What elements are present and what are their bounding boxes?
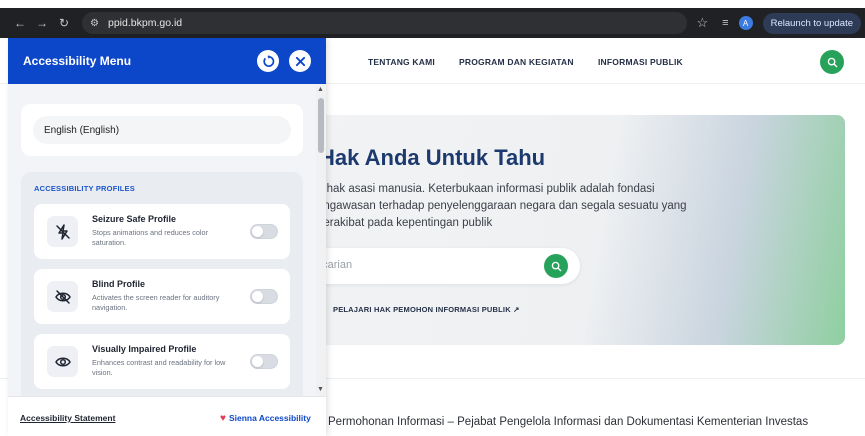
nav-item-tentang-kami[interactable]: TENTANG KAMI: [368, 57, 435, 67]
relaunch-button[interactable]: Relaunch to update: [762, 12, 861, 34]
toggle-knob: [252, 226, 263, 237]
profile-description: Activates the screen reader for auditory…: [92, 293, 220, 312]
profile-title: Visually Impaired Profile: [92, 344, 197, 354]
url-text: ppid.bkpm.go.id: [108, 17, 183, 29]
scroll-thumb[interactable]: [318, 98, 324, 153]
profiles-heading: ACCESSIBILITY PROFILES: [34, 184, 135, 193]
accessibility-statement-link[interactable]: Accessibility Statement: [20, 413, 115, 423]
address-bar[interactable]: ⚙ ppid.bkpm.go.id: [82, 12, 687, 34]
language-value: English (English): [44, 125, 120, 136]
forward-icon[interactable]: →: [34, 15, 50, 31]
scroll-down-icon[interactable]: ▼: [317, 386, 324, 393]
scroll-up-icon[interactable]: ▲: [317, 86, 324, 93]
eye-icon: [47, 346, 78, 377]
bolt-off-icon: [47, 216, 78, 247]
close-icon: [295, 56, 305, 66]
hero-search-button[interactable]: [544, 254, 568, 278]
toggle-knob: [252, 291, 263, 302]
language-select[interactable]: English (English): [33, 116, 291, 144]
search-icon: [551, 261, 561, 271]
reset-icon: [262, 54, 274, 67]
accessibility-panel: Accessibility Menu English (English) ACC…: [8, 38, 326, 436]
hero-search-box[interactable]: ncarian: [292, 248, 580, 284]
language-card: English (English): [21, 104, 303, 156]
site-info-icon[interactable]: ⚙: [90, 18, 104, 29]
profile-visually-impaired[interactable]: Visually Impaired Profile Enhances contr…: [34, 334, 290, 389]
hero-title: Hak Anda Untuk Tahu: [319, 145, 546, 170]
search-icon: [827, 57, 837, 67]
hero-banner: Hak Anda Untuk Tahu h hak asasi manusia.…: [292, 115, 845, 345]
profile-description: Stops animations and reduces color satur…: [92, 228, 209, 247]
nav-item-program[interactable]: PROGRAM DAN KEGIATAN: [459, 57, 574, 67]
sienna-brand-link[interactable]: ♥ Sienna Accessibility: [220, 413, 311, 424]
profile-description: Enhances contrast and readability for lo…: [92, 358, 226, 377]
toggle-knob: [252, 356, 263, 367]
panel-scrollbar[interactable]: ▲ ▼: [316, 84, 326, 396]
heart-icon: ♥: [220, 413, 226, 424]
bookmark-star-icon[interactable]: ☆: [697, 15, 709, 31]
accessibility-header: Accessibility Menu: [8, 38, 326, 84]
profiles-section: ACCESSIBILITY PROFILES Seizure Safe Prof…: [21, 172, 303, 396]
nav-search-button[interactable]: [820, 50, 844, 74]
blind-toggle[interactable]: [250, 289, 278, 304]
seizure-safe-toggle[interactable]: [250, 224, 278, 239]
footer-heading: Permohonan Informasi – Pejabat Pengelola…: [328, 416, 809, 428]
accessibility-body: English (English) ACCESSIBILITY PROFILES…: [8, 84, 326, 396]
browser-toolbar: ← → ↻ ⚙ ppid.bkpm.go.id ☆ ≡ A Relaunch t…: [0, 8, 865, 38]
profile-title: Seizure Safe Profile: [92, 214, 177, 224]
profile-blind[interactable]: Blind Profile Activates the screen reade…: [34, 269, 290, 324]
sienna-brand-label: Sienna Accessibility: [228, 413, 311, 423]
back-icon[interactable]: ←: [12, 15, 28, 31]
hero-learn-link[interactable]: PELAJARI HAK PEMOHON INFORMASI PUBLIK ↗: [333, 305, 520, 314]
visually-impaired-toggle[interactable]: [250, 354, 278, 369]
nav-item-informasi[interactable]: INFORMASI PUBLIK: [598, 57, 683, 67]
reload-icon[interactable]: ↻: [56, 15, 72, 31]
reading-list-icon[interactable]: ≡: [722, 17, 728, 29]
close-button[interactable]: [289, 50, 311, 72]
eye-slash-icon: [47, 281, 78, 312]
browser-actions: ☆ ≡ A Relaunch to update: [697, 8, 865, 38]
reset-button[interactable]: [257, 50, 279, 72]
profile-title: Blind Profile: [92, 279, 146, 289]
profile-avatar[interactable]: A: [738, 16, 753, 30]
hero-description: h hak asasi manusia. Keterbukaan informa…: [317, 183, 687, 229]
profile-seizure-safe[interactable]: Seizure Safe Profile Stops animations an…: [34, 204, 290, 259]
accessibility-footer: Accessibility Statement ♥ Sienna Accessib…: [8, 396, 326, 436]
accessibility-title: Accessibility Menu: [23, 54, 132, 68]
